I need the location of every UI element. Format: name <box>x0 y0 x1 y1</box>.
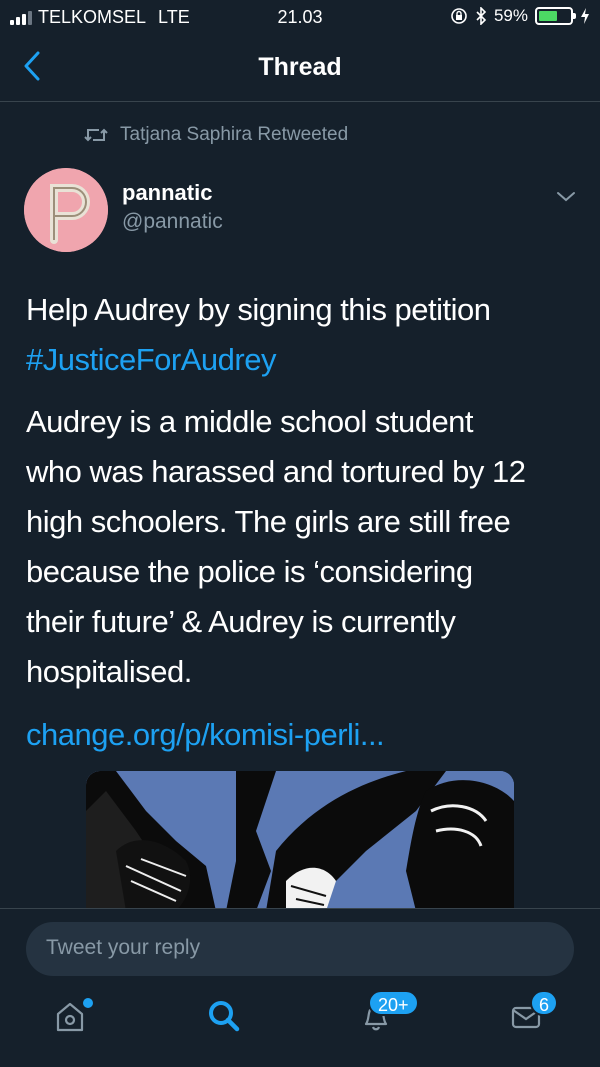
orientation-lock-icon <box>451 8 467 24</box>
author-name[interactable]: pannatic <box>122 180 212 206</box>
page-title: Thread <box>258 53 342 81</box>
tweet-text-line: their future’ & Audrey is currently <box>26 604 456 639</box>
tweet-text-line: hospitalised. <box>26 654 192 689</box>
tab-messages[interactable]: 6 <box>504 990 559 1038</box>
notifications-badge: 20+ <box>368 990 419 1016</box>
tab-home[interactable] <box>48 994 93 1038</box>
charging-icon <box>581 8 589 24</box>
tweet-text-line: Audrey is a middle school student <box>26 404 474 439</box>
hashtag-link[interactable]: #JusticeForAudrey <box>26 335 276 385</box>
tweet-text-line: because the police is ‘considering <box>26 554 473 589</box>
tweet-text-line: who was harassed and tortured by 12 <box>26 454 526 489</box>
search-icon <box>209 1001 240 1032</box>
tweet-text-line: high schoolers. The girls are still free <box>26 504 511 539</box>
hands-illustration-image <box>86 771 514 911</box>
tab-notifications[interactable]: 20+ <box>354 990 419 1038</box>
url-link[interactable]: change.org/p/komisi-perli... <box>26 710 385 760</box>
retweet-context[interactable]: Tatjana Saphira Retweeted <box>84 124 348 146</box>
messages-badge: 6 <box>530 990 559 1016</box>
tab-search[interactable] <box>202 994 246 1038</box>
reply-input[interactable]: Tweet your reply <box>26 922 574 976</box>
avatar-logo-icon <box>24 168 108 252</box>
author-handle[interactable]: @pannatic <box>122 210 223 234</box>
bluetooth-icon <box>476 7 487 25</box>
battery-percent: 59% <box>493 6 528 25</box>
tweet-text-line: Help Audrey by signing this petition <box>26 292 491 327</box>
status-right: 59% <box>450 6 590 26</box>
nav-header: Thread <box>0 36 600 102</box>
retweet-label: Tatjana Saphira Retweeted <box>120 124 349 145</box>
chevron-down-icon[interactable] <box>552 184 580 208</box>
tweet-media-image[interactable] <box>86 771 514 911</box>
battery-icon <box>535 7 576 25</box>
reply-area: Tweet your reply <box>0 908 600 1067</box>
retweet-icon <box>84 128 108 142</box>
status-bar: TELKOMSEL LTE 21.03 59% <box>0 0 600 36</box>
unread-dot <box>83 998 93 1008</box>
avatar[interactable] <box>24 168 108 252</box>
